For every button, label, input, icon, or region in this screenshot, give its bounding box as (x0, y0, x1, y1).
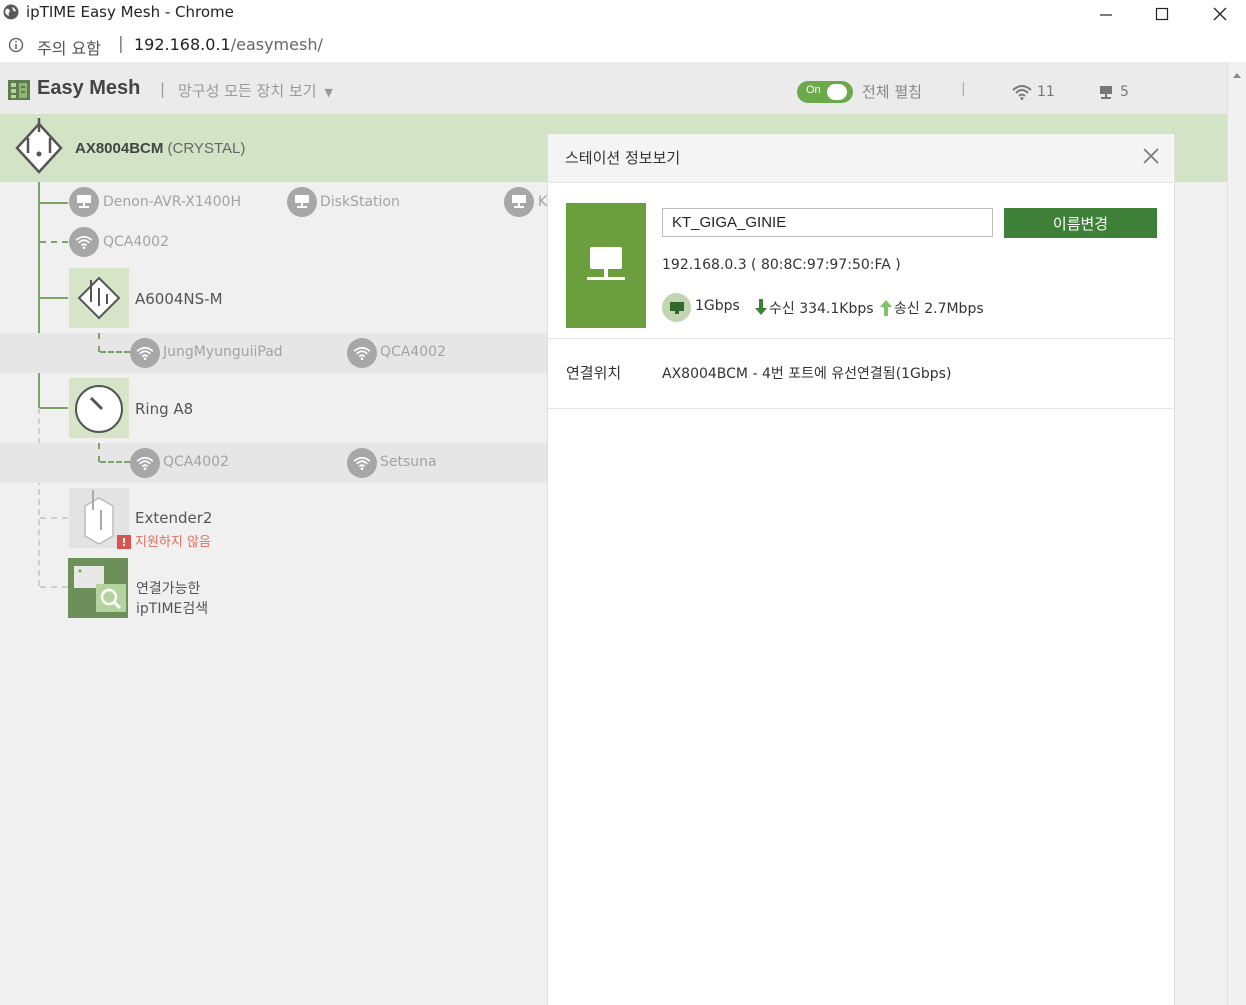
root-router-label: AX8004BCM (75, 140, 164, 157)
info-icon[interactable] (8, 37, 24, 53)
location-label: 연결위치 (566, 364, 622, 382)
node-name[interactable]: Extender2 (135, 509, 212, 527)
window-close-button[interactable] (1197, 0, 1243, 28)
wired-client-count: 5 (1120, 84, 1129, 100)
view-mode-dropdown[interactable]: 망구성 모든 장치 보기 ▼ (178, 80, 333, 101)
tree-connector (38, 182, 40, 408)
node-name[interactable]: Ring A8 (135, 400, 193, 418)
location-value: AX8004BCM - 4번 포트에 유선연결됨(1Gbps) (662, 366, 952, 382)
header-separator-2: | (961, 81, 966, 97)
security-warning[interactable]: 주의 요함 (37, 35, 101, 59)
station-icon (566, 203, 646, 328)
panel-divider (548, 338, 1173, 339)
tree-connector (40, 586, 68, 588)
tree-connector (38, 297, 68, 299)
tree-connector (98, 443, 100, 462)
close-icon (1213, 7, 1227, 21)
toggle-label: On (806, 84, 821, 96)
search-label-line1[interactable]: 연결가능한 (136, 578, 200, 598)
client-label: Setsuna (380, 454, 437, 470)
warning-icon: ! (117, 535, 131, 549)
globe-icon (3, 4, 19, 20)
url-path: /easymesh/ (230, 35, 323, 54)
window-title: ipTIME Easy Mesh - Chrome (26, 3, 234, 21)
wired-client-item[interactable]: K (504, 187, 547, 219)
wifi-icon (130, 338, 160, 368)
app-title: Easy Mesh (37, 77, 141, 99)
wifi-icon (347, 338, 377, 368)
expand-all-label[interactable]: 전체 펼침 (862, 81, 922, 102)
monitor-icon (69, 187, 99, 217)
panel-title: 스테이션 정보보기 (565, 149, 681, 167)
vertical-scrollbar[interactable] (1227, 62, 1246, 1005)
ethernet-icon (662, 293, 691, 322)
client-label: QCA4002 (103, 234, 170, 250)
tree-connector (100, 351, 130, 353)
view-mode-label: 망구성 모든 장치 보기 (178, 82, 317, 100)
on-off-toggle[interactable]: On (797, 81, 853, 103)
minimize-button[interactable] (1083, 0, 1129, 28)
minimize-icon (1100, 14, 1112, 16)
tx-rate: 송신 2.7Mbps (894, 301, 984, 317)
ip-mac-text: 192.168.0.3 ( 80:8C:97:97:50:FA ) (662, 257, 901, 273)
header-separator: | (160, 80, 166, 98)
router-icon[interactable] (13, 118, 65, 178)
easymesh-logo-icon (8, 80, 30, 100)
station-name-input[interactable] (662, 208, 993, 237)
root-router-model: (CRYSTAL) (167, 140, 246, 157)
scroll-up-button[interactable] (1227, 66, 1246, 82)
chevron-up-icon (1232, 73, 1241, 78)
search-device-icon (74, 566, 126, 612)
address-bar[interactable]: 주의 요함 | 192.168.0.1/easymesh/ (0, 28, 1246, 63)
tree-connector (100, 461, 130, 463)
router-icon (77, 276, 121, 320)
unsupported-status: 지원하지 않음 (135, 535, 211, 550)
link-speed: 1Gbps (695, 298, 740, 314)
tree-connector (40, 241, 68, 243)
monitor-icon (1100, 86, 1112, 99)
toggle-knob (827, 84, 847, 100)
wifi-icon (1012, 85, 1032, 100)
search-iptime-button[interactable] (68, 558, 128, 618)
rename-button[interactable]: 이름변경 (1004, 208, 1157, 238)
tree-connector (98, 333, 100, 352)
wifi-icon (130, 448, 160, 478)
address-separator: | (118, 34, 124, 54)
node-a6004ns-m[interactable] (69, 268, 129, 328)
panel-divider (548, 408, 1173, 409)
client-label: Denon-AVR-X1400H (103, 194, 241, 210)
url-text[interactable]: 192.168.0.1/easymesh/ (134, 35, 323, 54)
close-icon[interactable] (1141, 146, 1161, 166)
client-label: JungMyunguiiPad (163, 344, 283, 360)
monitor-icon (587, 246, 625, 280)
client-label: K (538, 194, 547, 210)
tree-connector (38, 224, 40, 242)
upload-arrow-icon (880, 300, 892, 316)
client-label: QCA4002 (163, 454, 230, 470)
search-label-line2[interactable]: ipTIME검색 (136, 598, 208, 618)
client-label: DiskStation (320, 194, 400, 210)
node-clients-row (0, 443, 547, 483)
ring-router-icon (75, 385, 123, 433)
download-arrow-icon (755, 299, 767, 315)
wifi-icon (347, 448, 377, 478)
monitor-icon (504, 187, 534, 217)
monitor-icon (287, 187, 317, 217)
wifi-client-count: 11 (1037, 84, 1055, 100)
tree-connector (38, 202, 68, 204)
caret-down-icon: ▼ (324, 86, 333, 99)
url-host: 192.168.0.1 (134, 35, 231, 54)
maximize-icon (1155, 7, 1169, 21)
rx-rate: 수신 334.1Kbps (769, 301, 874, 317)
root-router-name[interactable]: AX8004BCM (CRYSTAL) (75, 140, 245, 157)
tree-connector (40, 517, 68, 519)
tree-connector (38, 408, 40, 586)
node-name[interactable]: A6004NS-M (135, 290, 223, 308)
window-titlebar: ipTIME Easy Mesh - Chrome (0, 0, 1246, 28)
maximize-button[interactable] (1139, 0, 1185, 28)
client-label: QCA4002 (380, 344, 447, 360)
wifi-icon (69, 227, 99, 257)
tree-connector (38, 407, 68, 409)
node-ring-a8[interactable] (69, 378, 129, 438)
